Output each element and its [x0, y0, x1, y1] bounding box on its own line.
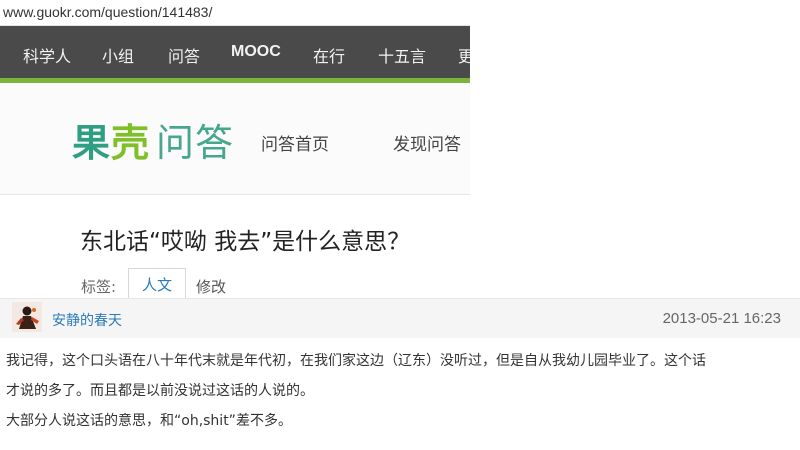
answer-line-2: 才说的多了。而且都是以前没说过这话的人说的。 [6, 383, 314, 399]
address-bar[interactable]: www.guokr.com/question/141483/ [0, 0, 470, 26]
nav-item-wenda[interactable]: 问答 [168, 43, 200, 67]
logo-wenda: 问答 [156, 121, 235, 165]
subnav-home-link[interactable]: 问答首页 [261, 130, 329, 155]
answer-line-1: 我记得，这个口头语在八十年代末就是年代初，在我们家这边（辽东）没听过，但是自从我… [6, 353, 706, 369]
logo-char-ke: 壳 [111, 121, 151, 165]
nav-item-more[interactable]: 更 [458, 43, 470, 67]
nav-item-shiwuyan[interactable]: 十五言 [378, 43, 426, 67]
nav-item-mooc[interactable]: MOOC [231, 43, 281, 61]
answer-line-3: 大部分人说这话的意思，和“oh,shit”差不多。 [6, 413, 292, 429]
url-text[interactable]: www.guokr.com/question/141483/ [3, 4, 212, 20]
nav-item-xiaozu[interactable]: 小组 [102, 43, 134, 67]
user-avatar-icon[interactable] [12, 302, 42, 332]
subnav-discover-link[interactable]: 发现问答 [393, 130, 461, 155]
tag-renwen[interactable]: 人文 [128, 268, 186, 300]
answer-body: 我记得，这个口头语在八十年代末就是年代初，在我们家这边（辽东）没听过，但是自从我… [6, 346, 794, 436]
top-nav: 科学人 小组 问答 MOOC 在行 十五言 更 [0, 26, 470, 78]
nav-item-kexueren[interactable]: 科学人 [23, 43, 71, 67]
edit-tags-link[interactable]: 修改 [196, 276, 226, 297]
answer-timestamp: 2013-05-21 16:23 [662, 310, 781, 327]
question-title: 东北话“哎呦 我去”是什么意思？ [80, 229, 411, 255]
answer-author-link[interactable]: 安静的春天 [52, 310, 122, 330]
nav-item-zaihang[interactable]: 在行 [313, 43, 345, 67]
guokr-wenda-logo[interactable]: 果壳 问答 [72, 112, 234, 167]
logo-char-guo: 果 [72, 121, 112, 165]
tags-label: 标签: [81, 278, 117, 296]
